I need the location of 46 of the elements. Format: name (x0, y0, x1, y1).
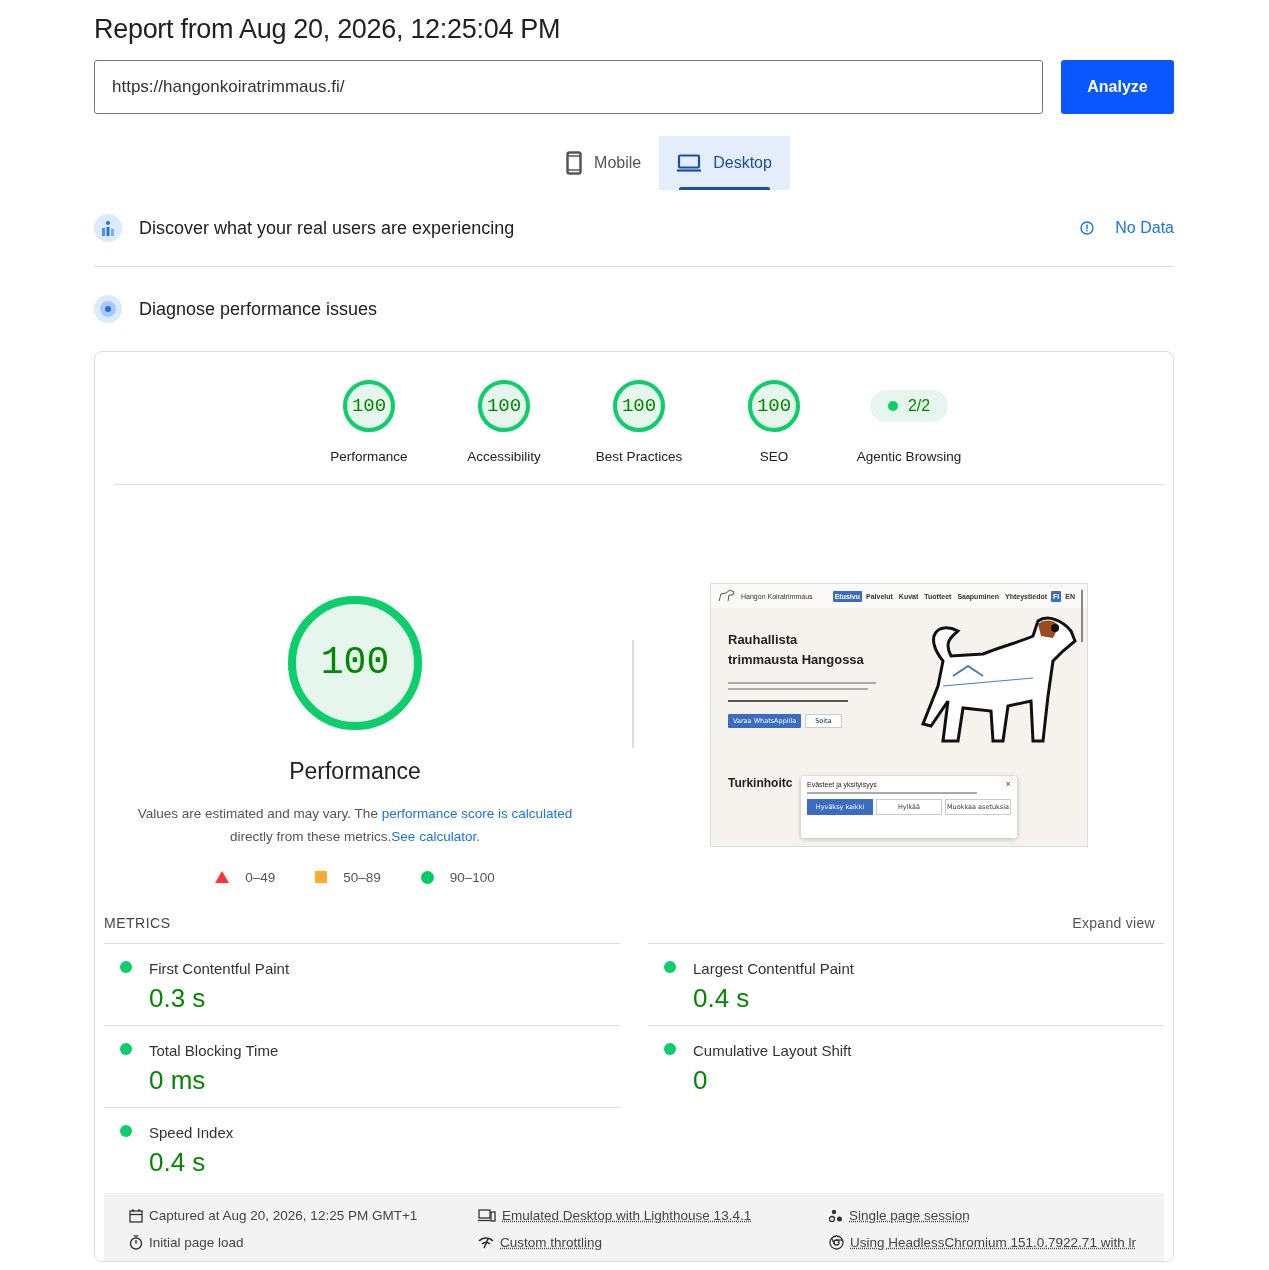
score-value: 100 (621, 396, 657, 416)
hero-heading: Rauhallista trimmausta Hangossa (728, 631, 865, 669)
environment-link[interactable]: Single page session (849, 1208, 970, 1224)
score-value: 100 (351, 396, 387, 416)
environment-link[interactable]: Emulated Desktop with Lighthouse 13.4.1 (502, 1208, 752, 1224)
metric-name: Total Blocking Time (149, 1042, 279, 1059)
legend-label: 50–89 (343, 869, 381, 885)
section-heading: Diagnose performance issues (139, 298, 378, 320)
metric-name: Cumulative Layout Shift (693, 1042, 852, 1059)
metric-name: Speed Index (149, 1124, 234, 1141)
expand-view-link[interactable]: Expand view (1072, 915, 1155, 931)
environment-text: Captured at Aug 20, 2026, 12:25 PM GMT+1 (149, 1208, 418, 1224)
category-label[interactable]: Performance (330, 449, 408, 464)
legend-label: 90–100 (449, 869, 495, 885)
metric-value: 0.4 s (149, 1147, 207, 1178)
metric-value: 0.3 s (149, 983, 207, 1014)
category-title: Performance (289, 757, 421, 785)
metric-value: 0 (693, 1065, 709, 1096)
device-tab[interactable]: Mobile (548, 136, 660, 190)
category-label[interactable]: SEO (759, 449, 789, 464)
analyze-button[interactable]: Analyze (1061, 60, 1174, 114)
environment-link[interactable]: Using HeadlessChromium 151.0.7922.71 with lr (850, 1234, 1136, 1250)
legend-label: 0–49 (245, 869, 276, 885)
score-pill: 2/2 (869, 390, 949, 422)
report-title: Report from Aug 20, 2026, 12:25:04 PM (94, 14, 562, 45)
section-heading: Turkinhoitc (728, 776, 793, 790)
score-description: Values are estimated and may vary. The performance score is calculated directly from these metrics.See calculator. (136, 804, 574, 846)
metrics-heading: METRICS (104, 915, 171, 931)
score-link[interactable]: performance score is calculated (381, 805, 573, 821)
score-value: 100 (486, 396, 522, 416)
category-label[interactable]: Best Practices (595, 449, 683, 464)
score-value: 100 (320, 643, 390, 682)
metric-name: First Contentful Paint (149, 960, 290, 977)
score-value: 100 (756, 396, 792, 416)
category-label[interactable]: Agentic Browsing (856, 449, 962, 464)
metric-value: 0 ms (149, 1065, 207, 1096)
environment-link[interactable]: Custom throttling (500, 1234, 603, 1250)
section-heading: Discover what your real users are experiencing (139, 217, 515, 239)
metric-value: 0.4 s (693, 983, 751, 1014)
url-field[interactable]: https://hangonkoiratrimmaus.fi/ (94, 60, 1043, 114)
environment-text: Initial page load (149, 1234, 244, 1250)
metric-name: Largest Contentful Paint (693, 960, 854, 977)
device-tab[interactable]: Desktop (659, 136, 790, 190)
calculator-link[interactable]: See calculator. (391, 828, 480, 844)
category-label[interactable]: Accessibility (467, 449, 541, 464)
no-data-link[interactable]: No Data (1115, 219, 1174, 237)
